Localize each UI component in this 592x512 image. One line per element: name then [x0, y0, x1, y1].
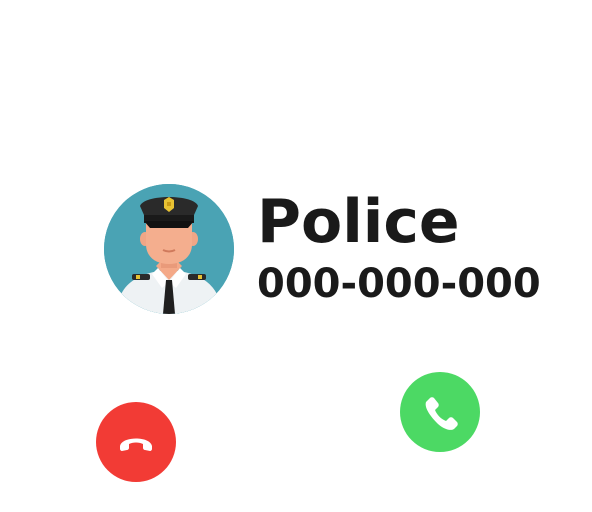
- police-officer-avatar-icon: [104, 184, 234, 314]
- accept-call-button[interactable]: [400, 372, 480, 452]
- caller-name: Police: [257, 187, 460, 257]
- caller-avatar: [104, 184, 234, 314]
- decline-call-button[interactable]: [96, 402, 176, 482]
- phone-icon: [425, 397, 458, 430]
- caller-number: 000-000-000: [257, 261, 541, 307]
- phone-hangup-icon: [120, 438, 152, 451]
